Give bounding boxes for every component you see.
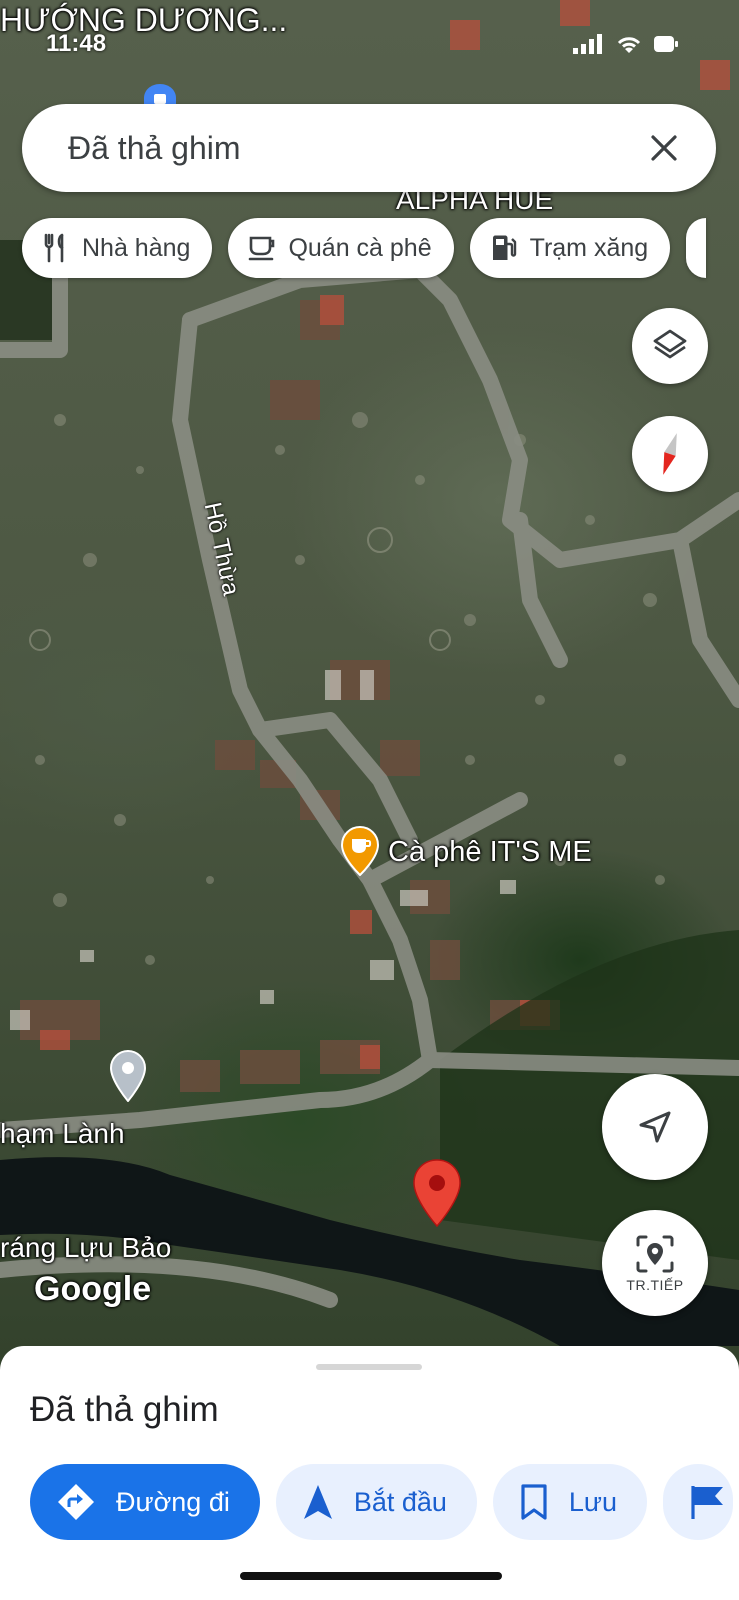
chip-label: Nhà hàng bbox=[82, 233, 191, 262]
map-label-area: HƯỚNG DƯƠNG... bbox=[0, 2, 288, 38]
google-logo: Google bbox=[34, 1270, 152, 1308]
status-icons bbox=[573, 34, 679, 54]
layers-button[interactable] bbox=[632, 308, 708, 384]
compass-button[interactable] bbox=[632, 416, 708, 492]
directions-button[interactable]: Đường đi bbox=[30, 1464, 260, 1540]
category-chips: Nhà hàng Quán cà phê Trạm xăng bbox=[22, 218, 707, 278]
sheet-grabber[interactable] bbox=[316, 1364, 422, 1370]
place-pin-icon[interactable] bbox=[109, 1049, 147, 1107]
battery-icon bbox=[654, 36, 678, 52]
live-view-button[interactable]: TR.TIẾP bbox=[602, 1210, 708, 1316]
live-view-icon bbox=[636, 1235, 674, 1273]
place-bottom-sheet[interactable]: Đã thả ghim Đường đi Bắt đầu Lưu bbox=[0, 1346, 739, 1600]
cellular-signal-icon bbox=[573, 34, 602, 54]
map-label-pham-lanh: hạm Lành bbox=[0, 1118, 125, 1149]
poi-label-cafe[interactable]: Cà phê IT'S ME bbox=[388, 836, 592, 869]
home-indicator[interactable] bbox=[240, 1572, 502, 1580]
close-icon[interactable] bbox=[640, 124, 688, 172]
my-location-button[interactable] bbox=[602, 1074, 708, 1180]
coffee-cup-icon bbox=[249, 236, 275, 261]
search-input[interactable]: Đã thả ghim bbox=[68, 130, 640, 167]
directions-icon bbox=[58, 1484, 94, 1520]
chip-label: Quán cà phê bbox=[288, 233, 432, 262]
layers-icon bbox=[653, 329, 687, 359]
compass-icon bbox=[663, 433, 677, 475]
chip-more[interactable] bbox=[686, 218, 707, 278]
directions-label: Đường đi bbox=[116, 1486, 230, 1517]
dropped-pin-icon[interactable] bbox=[412, 1158, 462, 1233]
save-button[interactable]: Lưu bbox=[492, 1464, 648, 1540]
bookmark-icon bbox=[521, 1484, 547, 1520]
save-label: Lưu bbox=[568, 1486, 618, 1517]
sheet-title: Đã thả ghim bbox=[30, 1390, 219, 1429]
flag-icon bbox=[691, 1486, 724, 1519]
wifi-icon bbox=[617, 37, 641, 53]
start-button[interactable]: Bắt đầu bbox=[275, 1464, 477, 1540]
gas-pump-icon bbox=[492, 235, 516, 260]
navigation-arrow-icon bbox=[639, 1111, 671, 1143]
status-time: 11:48 bbox=[46, 30, 107, 57]
cafe-pin-icon[interactable] bbox=[340, 825, 380, 881]
map-label-trang-luu-bao: ráng Lựu Bảo bbox=[0, 1232, 172, 1263]
label-button[interactable] bbox=[663, 1464, 734, 1540]
chip-label: Trạm xăng bbox=[529, 233, 649, 262]
chip-gas-stations[interactable]: Trạm xăng bbox=[469, 218, 671, 278]
action-buttons: Đường đi Bắt đầu Lưu bbox=[30, 1464, 734, 1540]
live-view-label: TR.TIẾP bbox=[626, 1277, 684, 1293]
fork-knife-icon bbox=[44, 233, 64, 263]
navigation-start-icon bbox=[303, 1485, 332, 1519]
chip-restaurants[interactable]: Nhà hàng bbox=[22, 218, 213, 278]
start-label: Bắt đầu bbox=[353, 1486, 447, 1517]
chip-cafes[interactable]: Quán cà phê bbox=[228, 218, 454, 278]
search-bar[interactable]: Đã thả ghim bbox=[22, 104, 716, 192]
